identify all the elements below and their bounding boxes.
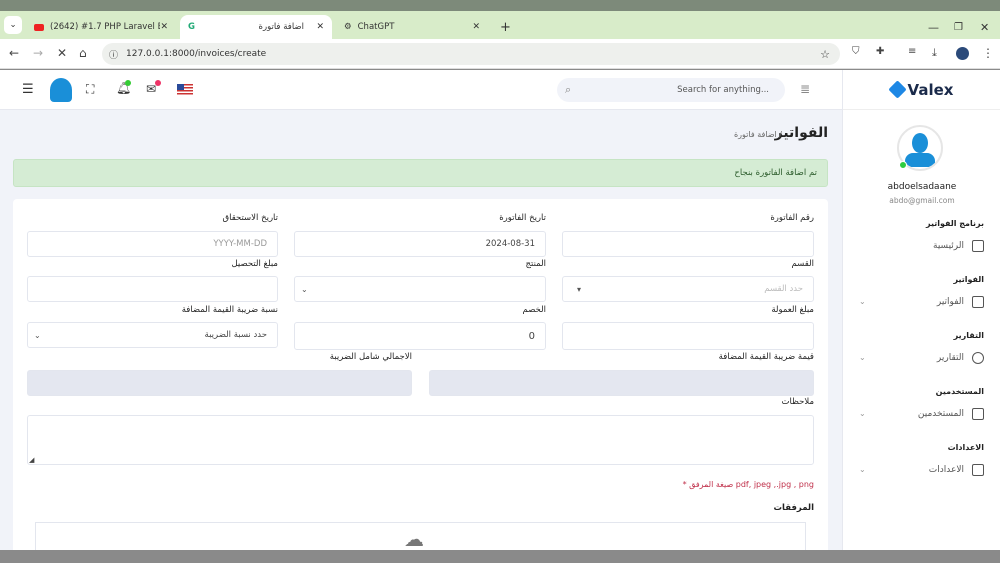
user-avatar[interactable] bbox=[50, 78, 72, 102]
chat-icon bbox=[972, 408, 984, 420]
resize-handle-icon[interactable]: ◢ bbox=[29, 456, 34, 464]
close-icon[interactable]: ✕ bbox=[316, 22, 324, 32]
total-input[interactable] bbox=[27, 370, 412, 396]
stop-icon[interactable]: ✕ bbox=[57, 46, 67, 60]
caret-icon: ▾ bbox=[577, 284, 582, 294]
tab-bar: ⌄ (2642) #1.7 PHP Laravel Ecomm✕ Gاضافة … bbox=[0, 11, 1000, 39]
sidebar-item-users[interactable]: المستخدمين bbox=[918, 408, 984, 420]
invoice-number-input[interactable] bbox=[562, 231, 814, 257]
collection-amount-input[interactable] bbox=[27, 276, 278, 302]
download-icon[interactable]: ⤓ bbox=[932, 46, 937, 60]
invoice-date-label: تاريخ الفاتورة bbox=[499, 213, 546, 223]
section-header-settings: الاعدادات bbox=[947, 443, 984, 452]
vat-rate-select[interactable]: ⌄ حدد نسبة الضريبة bbox=[27, 322, 278, 348]
minimize-button[interactable]: — bbox=[920, 15, 947, 39]
brand-logo[interactable]: Valex bbox=[843, 70, 1000, 110]
commission-amount-label: مبلغ العمولة bbox=[771, 305, 814, 315]
discount-input[interactable]: 0 bbox=[294, 322, 546, 350]
chart-icon bbox=[972, 296, 984, 308]
address-bar[interactable]: ⓘ 127.0.0.1:8000/invoices/create ☆ bbox=[102, 43, 840, 65]
section-header-program: برنامج الفواتير bbox=[926, 219, 984, 228]
hamburger-icon[interactable]: ☰ bbox=[22, 82, 34, 97]
notes-label: ملاحظات bbox=[781, 397, 814, 407]
dashboard-icon bbox=[972, 240, 984, 252]
forward-icon[interactable]: → bbox=[33, 46, 43, 60]
tab-youtube[interactable]: (2642) #1.7 PHP Laravel Ecomm✕ bbox=[26, 15, 176, 39]
message-dot bbox=[155, 80, 161, 86]
valex-logo-icon bbox=[887, 80, 907, 99]
vat-rate-label: نسبة ضريبة القيمة المضافة bbox=[181, 305, 278, 315]
maximize-button[interactable]: ❐ bbox=[946, 15, 971, 39]
sidebar-item-home[interactable]: الرئيسية bbox=[933, 240, 984, 252]
sidebar-item-settings[interactable]: الاعدادات bbox=[929, 464, 984, 476]
chatgpt-icon: ⚙ bbox=[344, 22, 352, 32]
attachments-label: المرفقات bbox=[773, 503, 814, 513]
window-bottom bbox=[0, 550, 1000, 563]
product-label: المنتج bbox=[525, 259, 546, 269]
product-select[interactable]: ⌄ bbox=[294, 276, 546, 302]
success-alert: تم اضافة الفاتورة بنجاح bbox=[13, 159, 828, 187]
collection-amount-label: مبلغ التحصيل bbox=[231, 259, 278, 269]
due-date-label: تاريخ الاستحقاق bbox=[222, 213, 278, 223]
user-name: abdoelsadaane bbox=[887, 182, 957, 192]
commission-amount-input[interactable] bbox=[562, 322, 814, 350]
notes-textarea[interactable]: ◢ bbox=[27, 415, 814, 465]
pie-chart-icon bbox=[972, 352, 984, 364]
media-icon[interactable]: ≡ bbox=[908, 46, 916, 57]
total-label: الاجمالي شامل الضريبة bbox=[329, 352, 412, 362]
shield-icon[interactable]: ⛉ bbox=[852, 46, 860, 57]
tab-chatgpt[interactable]: ⚙ ChatGPT ✕ bbox=[336, 15, 488, 39]
home-icon[interactable]: ⌂ bbox=[79, 46, 87, 60]
invoice-date-input[interactable]: 2024-08-31 bbox=[294, 231, 546, 257]
search-icon: ⌕ bbox=[565, 83, 572, 96]
sidebar: Valex abdoelsadaane abdo@gmail.com برنام… bbox=[842, 70, 1000, 550]
back-icon[interactable]: ← bbox=[9, 46, 19, 60]
notification-dot bbox=[125, 80, 131, 86]
align-icon[interactable]: ≣ bbox=[800, 82, 810, 96]
bookmark-star-icon[interactable]: ☆ bbox=[820, 48, 830, 61]
menu-icon[interactable]: ⋮ bbox=[982, 46, 994, 60]
info-icon: ⓘ bbox=[109, 50, 119, 61]
invoice-number-label: رقم الفاتورة bbox=[770, 213, 814, 223]
us-flag-icon[interactable] bbox=[177, 84, 193, 95]
attachment-format-note: * صيغة المرفق pdf, jpeg ,.jpg , png bbox=[682, 480, 814, 489]
new-tab-button[interactable]: + bbox=[492, 15, 519, 39]
section-header-invoices: الفواتير bbox=[953, 275, 984, 284]
sidebar-item-reports[interactable]: التقارير bbox=[937, 352, 984, 364]
extensions-icon[interactable]: ✚ bbox=[876, 46, 884, 57]
due-date-input[interactable]: YYYY-MM-DD bbox=[27, 231, 278, 257]
window-top bbox=[0, 0, 1000, 11]
chevron-down-icon: ⌄ bbox=[34, 330, 41, 340]
tab-add-invoice[interactable]: G اضافة فاتورة ✕ bbox=[180, 15, 332, 39]
youtube-icon bbox=[34, 23, 44, 31]
search-input[interactable]: ⌕ Search for anything... bbox=[557, 78, 785, 102]
chevron-down-icon: ⌄ bbox=[301, 284, 308, 294]
section-select[interactable]: ▾ حدد القسم bbox=[562, 276, 814, 302]
profile-avatar[interactable] bbox=[956, 47, 969, 60]
user-email: abdo@gmail.com bbox=[889, 196, 955, 205]
tab-search-button[interactable]: ⌄ bbox=[4, 16, 22, 34]
page-title: الفواتير bbox=[774, 125, 828, 141]
vat-value-label: قيمة ضريبة القيمة المضافة bbox=[718, 352, 814, 362]
close-icon[interactable]: ✕ bbox=[160, 22, 168, 32]
chevron-down-icon: ⌄ bbox=[859, 409, 866, 418]
chevron-down-icon: ⌄ bbox=[859, 465, 866, 474]
breadcrumb: / اضافة فاتورة bbox=[733, 130, 782, 139]
close-window-button[interactable]: ✕ bbox=[972, 15, 997, 39]
section-label: القسم bbox=[791, 259, 815, 269]
section-header-reports: التقارير bbox=[953, 331, 984, 340]
close-icon[interactable]: ✕ bbox=[472, 22, 480, 32]
site-icon: G bbox=[188, 22, 195, 32]
fullscreen-icon[interactable]: ⛶ bbox=[86, 82, 94, 97]
sidebar-item-invoices[interactable]: الفواتير bbox=[937, 296, 984, 308]
discount-label: الخصم bbox=[522, 305, 546, 315]
online-status-dot bbox=[899, 161, 907, 169]
book-icon bbox=[972, 464, 984, 476]
cloud-upload-icon: ☁ bbox=[404, 527, 424, 551]
section-header-users: المستخدمين bbox=[935, 387, 984, 396]
vat-value-input[interactable] bbox=[429, 370, 814, 396]
chevron-down-icon: ⌄ bbox=[859, 297, 866, 306]
chevron-down-icon: ⌄ bbox=[859, 353, 866, 362]
